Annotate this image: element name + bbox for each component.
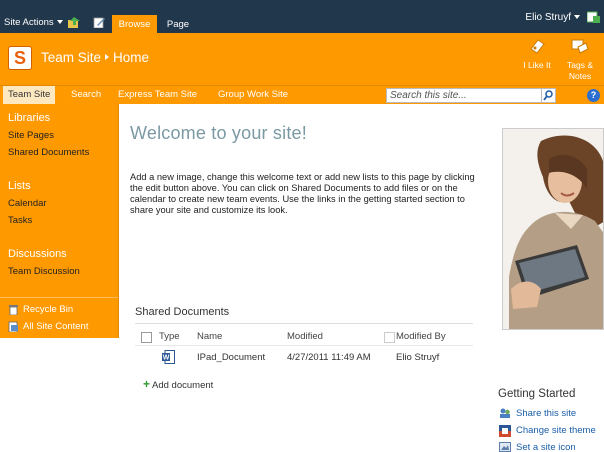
modified-by-checkbox[interactable] — [384, 332, 395, 343]
site-icon-icon — [499, 442, 511, 452]
nav-item-site-pages[interactable]: Site Pages — [8, 130, 54, 141]
search-input[interactable]: Search this site... — [386, 88, 543, 103]
user-name: Elio Struyf — [525, 12, 571, 23]
nav-edge — [118, 104, 119, 338]
breadcrumb: Team Site Home — [41, 50, 149, 65]
presence-icon[interactable] — [587, 11, 600, 23]
recycle-bin-icon — [9, 305, 18, 315]
nav-divider — [0, 297, 119, 298]
tags-notes-button[interactable]: Tags & Notes — [561, 37, 599, 82]
add-document-link[interactable]: + Add document — [143, 377, 213, 391]
chevron-down-icon — [574, 15, 580, 19]
nav-item-team-discussion[interactable]: Team Discussion — [8, 266, 80, 277]
share-icon — [500, 408, 510, 418]
top-navigation: Team Site Search Express Team Site Group… — [0, 85, 604, 104]
page-name: Home — [113, 50, 150, 65]
tab-page[interactable]: Page — [161, 15, 195, 33]
document-name-link[interactable]: IPad_Document — [197, 352, 265, 363]
site-actions-label: Site Actions — [4, 17, 54, 28]
i-like-it-button[interactable]: I Like It — [518, 37, 556, 71]
word-doc-icon[interactable]: W — [162, 350, 175, 364]
svg-text:W: W — [163, 355, 170, 362]
title-area: S Team Site Home I Like It Tags & Notes — [0, 33, 604, 85]
nav-item-shared-documents[interactable]: Shared Documents — [8, 147, 89, 158]
i-like-it-label: I Like It — [523, 60, 551, 70]
site-name-link[interactable]: Team Site — [41, 50, 101, 65]
help-icon[interactable]: ? — [587, 89, 600, 102]
column-modified-by[interactable]: Modified By — [396, 331, 446, 342]
quick-launch: Libraries Site Pages Shared Documents Li… — [0, 104, 119, 338]
sharepoint-page: Site Actions Browse Page Elio Struyf S T… — [0, 0, 604, 452]
nav-heading-libraries[interactable]: Libraries — [8, 112, 50, 124]
topnav-group-work-site[interactable]: Group Work Site — [218, 86, 288, 104]
all-site-content-link[interactable]: All Site Content — [23, 321, 88, 332]
shared-documents-title[interactable]: Shared Documents — [135, 306, 229, 318]
search-icon — [543, 90, 553, 101]
all-content-icon — [8, 321, 18, 332]
theme-icon — [499, 425, 511, 437]
document-modified-by[interactable]: Elio Struyf — [396, 352, 439, 363]
topnav-express-team-site[interactable]: Express Team Site — [118, 86, 197, 104]
tab-browse[interactable]: Browse — [112, 15, 157, 33]
column-modified[interactable]: Modified — [287, 331, 323, 342]
topnav-search[interactable]: Search — [71, 86, 101, 104]
nav-heading-discussions[interactable]: Discussions — [8, 248, 67, 260]
column-type[interactable]: Type — [159, 331, 180, 342]
like-icon — [530, 39, 545, 54]
nav-item-calendar[interactable]: Calendar — [8, 198, 47, 209]
webpart-divider — [135, 323, 473, 324]
woman-with-tablet-image — [503, 129, 603, 329]
nav-heading-lists[interactable]: Lists — [8, 180, 31, 192]
welcome-text: Add a new image, change this welcome tex… — [130, 172, 475, 215]
user-menu[interactable]: Elio Struyf — [525, 12, 580, 23]
chevron-down-icon — [56, 20, 63, 24]
search-button[interactable] — [541, 88, 556, 103]
header-row-divider — [135, 345, 473, 346]
getting-started-title: Getting Started — [498, 388, 576, 400]
edit-page-icon[interactable] — [93, 17, 105, 28]
nav-item-tasks[interactable]: Tasks — [8, 215, 32, 226]
topnav-team-site[interactable]: Team Site — [3, 86, 56, 104]
navigate-up-icon[interactable] — [68, 17, 80, 28]
site-logo-icon[interactable]: S — [8, 46, 32, 70]
add-document-label: Add document — [152, 380, 214, 391]
tags-notes-label: Tags & Notes — [567, 60, 593, 81]
document-modified: 4/27/2011 11:49 AM — [287, 352, 371, 363]
tags-notes-icon — [571, 39, 589, 54]
ribbon-bar: Site Actions Browse Page Elio Struyf — [0, 0, 604, 33]
add-icon: + — [143, 377, 151, 391]
breadcrumb-arrow-icon — [105, 54, 110, 60]
welcome-photo — [502, 128, 604, 330]
column-name[interactable]: Name — [197, 331, 222, 342]
set-site-icon-link[interactable]: Set a site icon — [516, 442, 576, 452]
site-actions-menu[interactable]: Site Actions — [4, 17, 63, 28]
select-all-checkbox[interactable] — [141, 332, 152, 343]
share-this-site-link[interactable]: Share this site — [516, 408, 576, 419]
recycle-bin-link[interactable]: Recycle Bin — [23, 304, 73, 315]
change-site-theme-link[interactable]: Change site theme — [516, 425, 596, 436]
welcome-title: Welcome to your site! — [130, 123, 307, 143]
